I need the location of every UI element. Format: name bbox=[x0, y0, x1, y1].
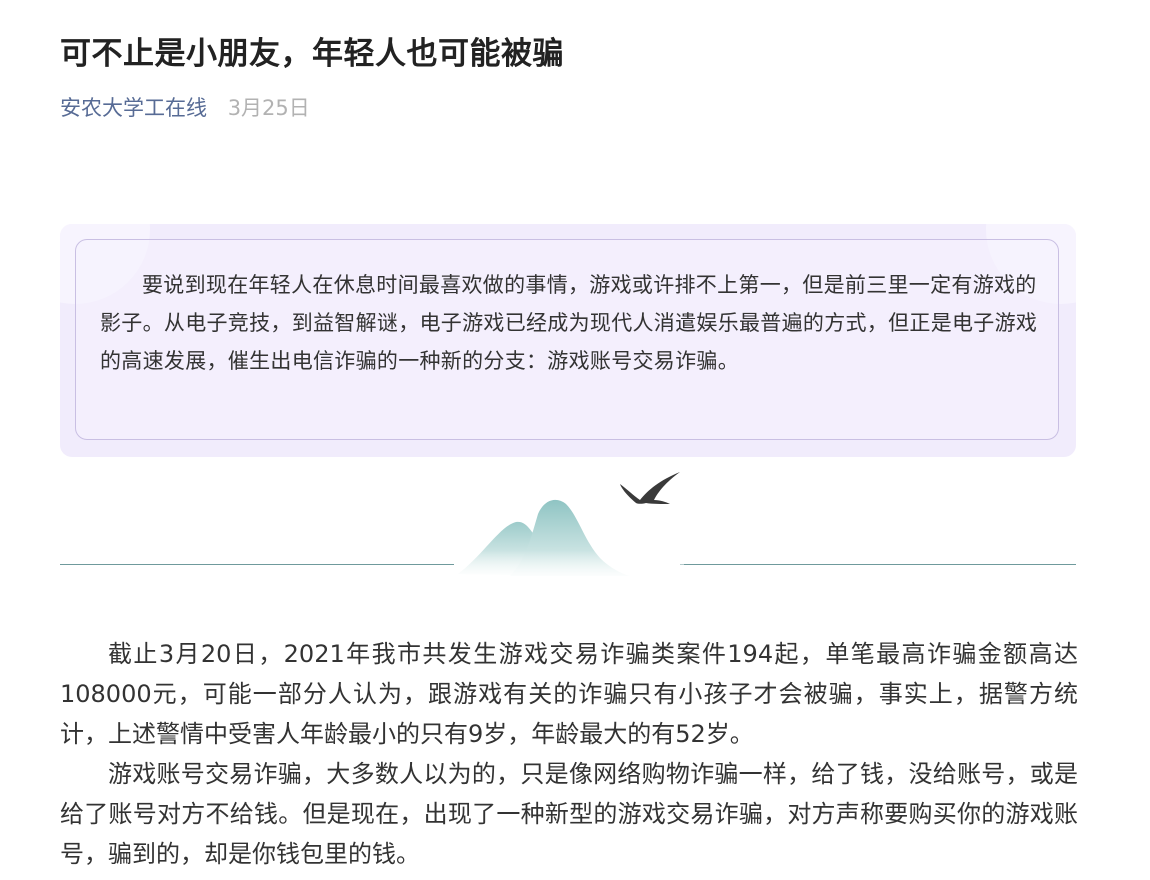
article-title: 可不止是小朋友，年轻人也可能被骗 bbox=[60, 36, 564, 72]
body-paragraph: 截止3月20日，2021年我市共发生游戏交易诈骗类案件194起，单笔最高诈骗金额… bbox=[60, 640, 1078, 748]
account-name-link[interactable]: 安农大学工在线 bbox=[60, 96, 207, 120]
publish-date: 3月25日 bbox=[227, 96, 310, 120]
divider-line-left bbox=[60, 564, 454, 565]
intro-text: 要说到现在年轻人在休息时间最喜欢做的事情，游戏或许排不上第一，但是前三里一定有游… bbox=[100, 273, 1038, 373]
article: 可不止是小朋友，年轻人也可能被骗 安农大学工在线 3月25日 要说到现在年轻人在… bbox=[0, 0, 1150, 880]
article-body: 截止3月20日，2021年我市共发生游戏交易诈骗类案件194起，单笔最高诈骗金额… bbox=[60, 634, 1078, 874]
article-meta: 安农大学工在线 3月25日 bbox=[60, 92, 310, 122]
divider-line-right bbox=[680, 564, 1076, 565]
body-paragraph: 游戏账号交易诈骗，大多数人以为的，只是像网络购物诈骗一样，给了钱，没给账号，或是… bbox=[60, 760, 1078, 868]
intro-card: 要说到现在年轻人在休息时间最喜欢做的事情，游戏或许排不上第一，但是前三里一定有游… bbox=[60, 224, 1076, 457]
section-divider bbox=[60, 470, 1076, 580]
intro-card-inner: 要说到现在年轻人在休息时间最喜欢做的事情，游戏或许排不上第一，但是前三里一定有游… bbox=[75, 239, 1059, 440]
swallow-over-mountains-icon bbox=[454, 472, 684, 580]
